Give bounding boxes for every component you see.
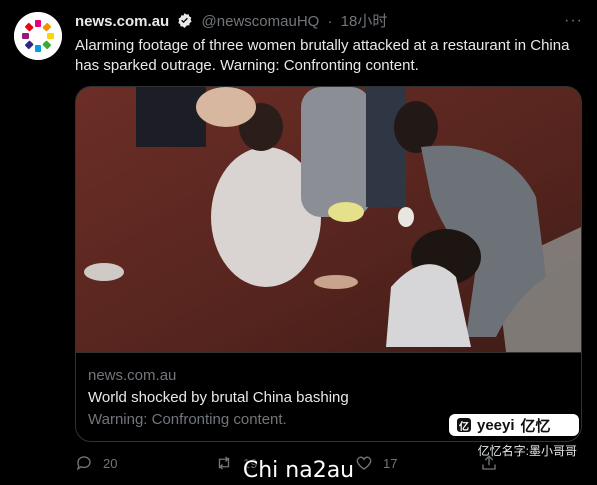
author-name[interactable]: news.com.au xyxy=(75,13,169,30)
watermark-brand: yeeyi xyxy=(477,416,515,434)
card-domain: news.com.au xyxy=(88,367,177,384)
link-card[interactable]: news.com.au World shocked by brutal Chin… xyxy=(75,86,582,442)
verified-badge-icon xyxy=(176,12,193,35)
avatar[interactable] xyxy=(14,12,62,60)
separator-dot: · xyxy=(327,13,333,30)
news-logo-icon xyxy=(14,12,62,60)
card-image[interactable] xyxy=(76,87,581,352)
tweet-text: Alarming footage of three women brutally… xyxy=(75,37,570,74)
card-title: World shocked by brutal China bashing xyxy=(88,389,349,406)
video-caption: Chi na2au xyxy=(242,458,355,483)
yeeyi-logo-icon: 亿 xyxy=(457,418,471,433)
yeeyi-watermark: 亿 yeeyi 亿忆 xyxy=(449,414,579,436)
watermark-brand-cn: 亿忆 xyxy=(520,417,551,435)
more-options-icon[interactable]: ··· xyxy=(564,11,583,31)
tweet-time[interactable]: 18小时 xyxy=(341,13,388,30)
tweet-header: news.com.au @newscomauHQ · 18小时 ··· xyxy=(75,12,583,32)
card-description: Warning: Confronting content. xyxy=(88,411,287,428)
author-handle[interactable]: @newscomauHQ xyxy=(202,13,320,30)
